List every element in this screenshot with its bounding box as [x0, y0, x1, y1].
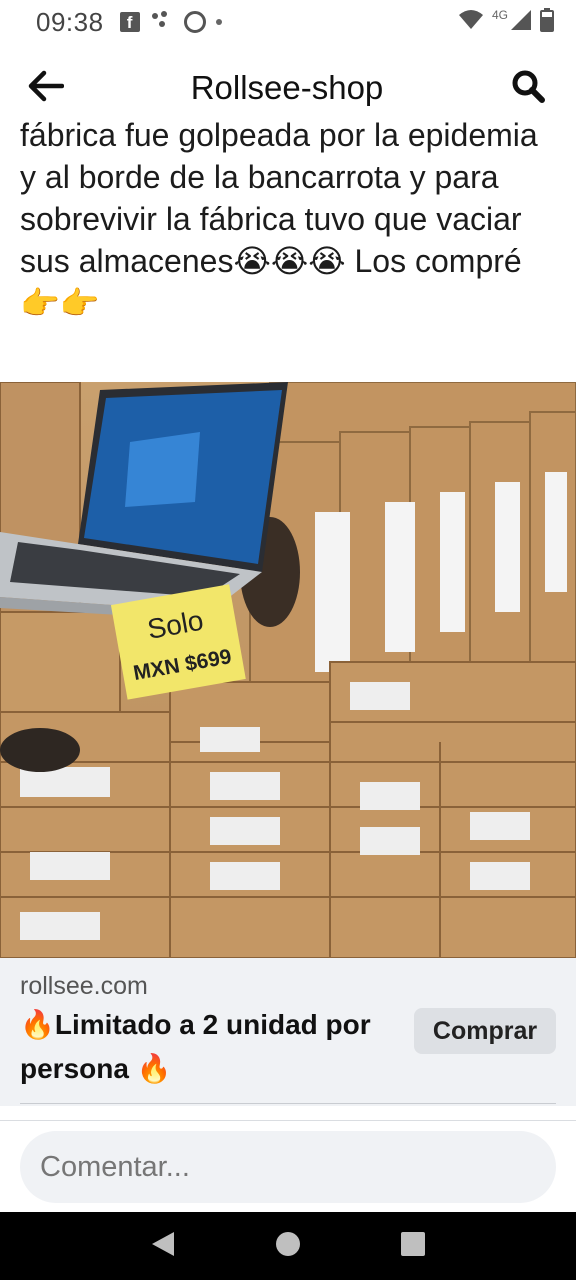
search-icon [511, 69, 545, 108]
price-tag: Solo MXN $699 [110, 584, 246, 700]
notification-icons: f [119, 10, 222, 35]
app-icon [183, 11, 206, 33]
status-bar: 09:38 f 4G [0, 0, 576, 44]
nav-back-button[interactable] [143, 1226, 183, 1266]
signal-icon [510, 9, 532, 36]
battery-icon [540, 7, 554, 37]
more-notifications-icon [215, 19, 222, 25]
square-recents-icon [400, 1231, 426, 1262]
nav-home-button[interactable] [268, 1226, 308, 1266]
post-text: fábrica fue golpeada por la epidemia y a… [0, 112, 576, 382]
search-button[interactable] [508, 68, 548, 108]
page-title: Rollsee-shop [190, 69, 384, 106]
nav-recents-button[interactable] [393, 1226, 433, 1266]
buy-button[interactable]: Comprar [414, 1008, 556, 1054]
status-time: 09:38 [36, 6, 104, 37]
arrow-left-icon [28, 70, 65, 107]
post-image[interactable]: Solo MXN $699 [0, 382, 576, 958]
post-body: fábrica fue golpeada por la epidemia y a… [20, 117, 538, 321]
facebook-icon: f [119, 12, 140, 32]
back-button[interactable] [26, 68, 66, 108]
wifi-icon [458, 9, 484, 36]
circle-home-icon [275, 1231, 301, 1262]
laptop-boxes-image: Solo MXN $699 [0, 382, 576, 958]
comment-input[interactable] [20, 1131, 556, 1203]
divider [20, 1103, 556, 1104]
triangle-back-icon [150, 1230, 176, 1263]
link-preview-card[interactable]: rollsee.com 🔥Limitado a 2 unidad por per… [0, 958, 576, 1106]
link-domain: rollsee.com [20, 972, 148, 1000]
system-nav-bar [0, 1212, 576, 1280]
dots-icon [150, 10, 174, 35]
network-type: 4G [491, 8, 508, 22]
comment-bar [0, 1120, 576, 1212]
link-headline: 🔥Limitado a 2 unidad por persona 🔥 [20, 1009, 371, 1084]
